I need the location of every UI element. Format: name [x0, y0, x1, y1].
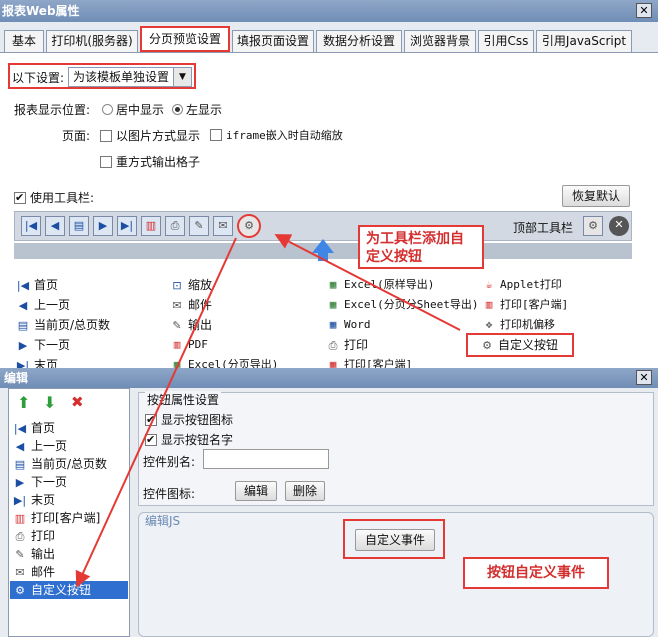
arrow-to-toolbar	[274, 234, 461, 331]
annotation-arrows	[75, 234, 461, 588]
arrow-to-list	[75, 237, 237, 588]
